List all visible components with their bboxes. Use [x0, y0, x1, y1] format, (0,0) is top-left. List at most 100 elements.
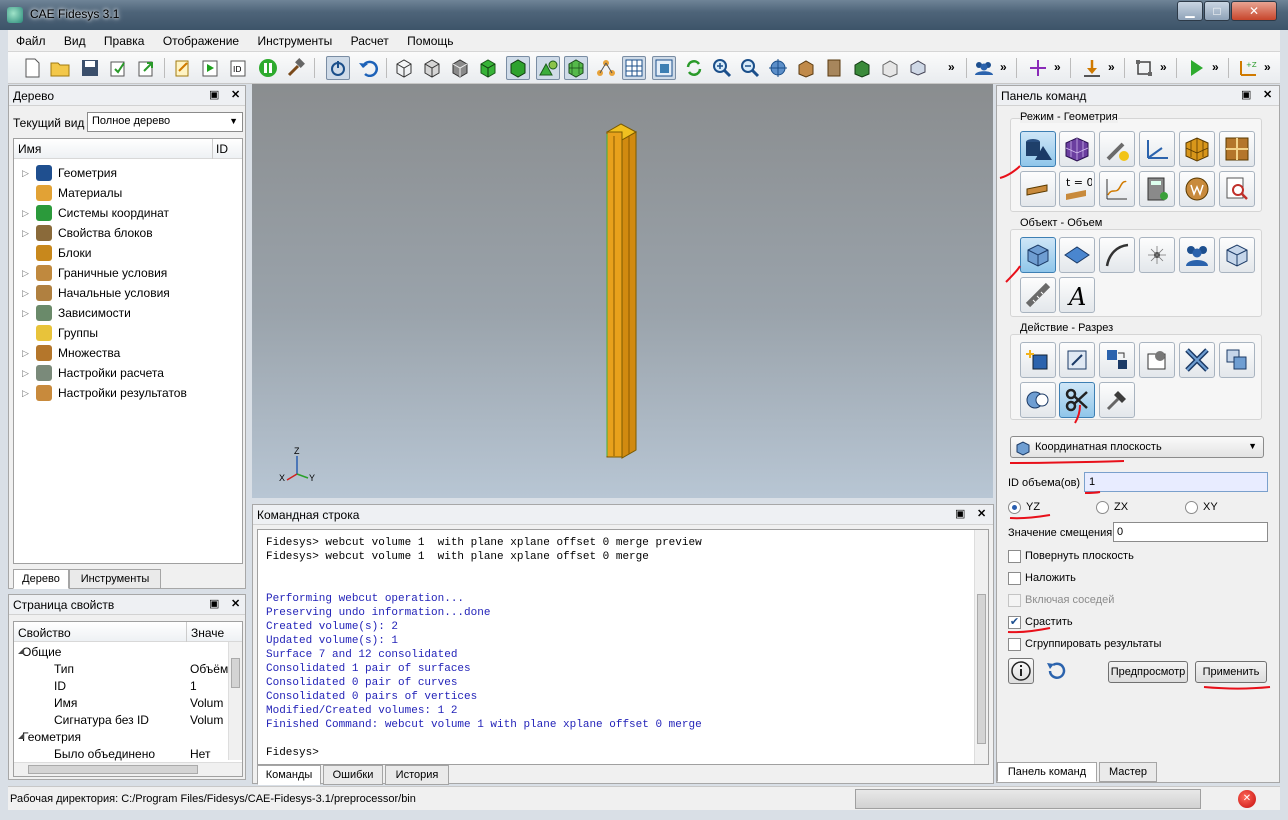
expand-arrow-icon[interactable]: ▷: [22, 168, 36, 179]
run-calculation-icon[interactable]: [1184, 56, 1208, 80]
mode-initial-button[interactable]: t = 0: [1059, 171, 1095, 207]
expand-arrow-icon[interactable]: ▷: [22, 308, 36, 319]
tree-item[interactable]: ▷ Настройки расчета: [22, 363, 164, 383]
tree-item[interactable]: Группы: [22, 323, 98, 343]
object-body-button[interactable]: [1219, 237, 1255, 273]
property-row[interactable]: Имя Volum: [14, 695, 226, 712]
object-vertex-button[interactable]: [1139, 237, 1175, 273]
ruler-view-icon[interactable]: [822, 56, 846, 80]
command-vscrollbar[interactable]: [974, 530, 988, 764]
menu-display[interactable]: Отображение: [155, 30, 246, 48]
axes-z-icon[interactable]: +Z: [1236, 56, 1260, 80]
expand-arrow-icon[interactable]: ▷: [22, 208, 36, 219]
journal-id-icon[interactable]: ID: [226, 56, 250, 80]
hidden-line-cube-icon[interactable]: [420, 56, 444, 80]
node-tree-icon[interactable]: [594, 56, 618, 80]
expand-arrow-icon[interactable]: ▷: [22, 228, 36, 239]
tab-wizard[interactable]: Мастер: [1099, 762, 1157, 782]
mode-calc-settings-button[interactable]: [1139, 171, 1175, 207]
volume-model[interactable]: [605, 123, 638, 459]
toolbar-overflow-icon[interactable]: »: [948, 60, 955, 74]
tab-tree[interactable]: Дерево: [13, 569, 69, 589]
undo-icon[interactable]: [356, 56, 380, 80]
tree-item[interactable]: ▷ Настройки результатов: [22, 383, 187, 403]
object-surface-button[interactable]: [1059, 237, 1095, 273]
box-view-icon[interactable]: [794, 56, 818, 80]
tools-hammer-icon[interactable]: [284, 56, 308, 80]
tab-tools[interactable]: Инструменты: [69, 569, 161, 589]
tree-col-id[interactable]: ID: [212, 139, 228, 159]
expand-arrow-icon[interactable]: ▷: [22, 268, 36, 279]
mode-inspect-button[interactable]: [1219, 171, 1255, 207]
object-group-button[interactable]: [1179, 237, 1215, 273]
volume-id-input[interactable]: [1084, 472, 1268, 492]
refresh-icon[interactable]: [682, 56, 706, 80]
property-group[interactable]: ◢ Геометрия: [14, 729, 226, 746]
import-icon[interactable]: [106, 56, 130, 80]
grid-select-icon[interactable]: [622, 56, 646, 80]
select-box-icon[interactable]: [906, 56, 930, 80]
method-select[interactable]: Координатная плоскость ▼: [1010, 436, 1264, 458]
expand-arrow-icon[interactable]: ▷: [22, 368, 36, 379]
info-button[interactable]: [1008, 658, 1034, 684]
action-delete-button[interactable]: [1179, 342, 1215, 378]
run-script-icon[interactable]: [198, 56, 222, 80]
property-row[interactable]: Тип Объём: [14, 661, 228, 678]
property-row[interactable]: Было объединено Нет: [14, 746, 226, 763]
wireframe-cube-icon[interactable]: [392, 56, 416, 80]
tree-item[interactable]: ▷ Начальные условия: [22, 283, 170, 303]
fit-view-icon[interactable]: [766, 56, 790, 80]
object-volume-button[interactable]: [1020, 237, 1056, 273]
mode-mesh-button[interactable]: [1059, 131, 1095, 167]
shaded-cube-icon[interactable]: [448, 56, 472, 80]
expand-arrow-icon[interactable]: ▷: [22, 388, 36, 399]
bounding-box-icon[interactable]: [1132, 56, 1156, 80]
reset-icon[interactable]: [1044, 660, 1068, 687]
expand-arrow-icon[interactable]: ▷: [22, 348, 36, 359]
toolbar-overflow-icon[interactable]: »: [1264, 60, 1271, 74]
action-transform-button[interactable]: [1099, 342, 1135, 378]
close-panel-icon[interactable]: ✕: [1263, 88, 1272, 101]
scroll-thumb[interactable]: [977, 594, 986, 744]
mode-results-button[interactable]: [1179, 171, 1215, 207]
crosshair-icon[interactable]: [1026, 56, 1050, 80]
prop-col-property[interactable]: Свойство: [18, 626, 71, 640]
property-group[interactable]: ◢ Общие: [14, 644, 226, 661]
green-cube-icon[interactable]: [476, 56, 500, 80]
stop-icon[interactable]: ✕: [1238, 790, 1256, 808]
groups-toolbar-icon[interactable]: [972, 56, 996, 80]
toolbar-overflow-icon[interactable]: »: [1000, 60, 1007, 74]
close-panel-icon[interactable]: ✕: [977, 507, 986, 520]
collapse-arrow-icon[interactable]: ◢: [18, 646, 24, 655]
scroll-thumb[interactable]: [231, 658, 240, 688]
mode-material-button[interactable]: [1099, 131, 1135, 167]
maximize-button[interactable]: □: [1204, 1, 1230, 21]
command-output[interactable]: Fidesys> webcut volume 1 with plane xpla…: [257, 529, 989, 765]
rotate-plane-checkbox[interactable]: [1008, 550, 1021, 563]
tree-item[interactable]: ▷ Граничные условия: [22, 263, 167, 283]
mode-blocks-button[interactable]: [1179, 131, 1215, 167]
solid-green-cube-icon[interactable]: [506, 56, 530, 80]
toolbar-overflow-icon[interactable]: »: [1212, 60, 1219, 74]
tree-item[interactable]: ▷ Множества: [22, 343, 120, 363]
action-properties-button[interactable]: [1139, 342, 1175, 378]
action-modify-button[interactable]: [1059, 342, 1095, 378]
green-box-view-icon[interactable]: [850, 56, 874, 80]
zoom-out-icon[interactable]: [738, 56, 762, 80]
new-file-icon[interactable]: [20, 56, 44, 80]
tab-history[interactable]: История: [385, 765, 449, 785]
close-button[interactable]: ✕: [1231, 1, 1277, 21]
radio-zx[interactable]: [1096, 501, 1109, 514]
imprint-checkbox[interactable]: [1008, 572, 1021, 585]
action-copy-button[interactable]: [1219, 342, 1255, 378]
tree-item[interactable]: ▷ Зависимости: [22, 303, 131, 323]
prop-col-value[interactable]: Значе: [186, 622, 224, 642]
mode-sets-button[interactable]: [1219, 131, 1255, 167]
mode-geometry-button[interactable]: [1020, 131, 1056, 167]
toolbar-overflow-icon[interactable]: »: [1108, 60, 1115, 74]
object-curve-button[interactable]: [1099, 237, 1135, 273]
toolbar-overflow-icon[interactable]: »: [1054, 60, 1061, 74]
save-icon[interactable]: [78, 56, 102, 80]
model-view[interactable]: [252, 84, 993, 498]
close-panel-icon[interactable]: ✕: [231, 597, 240, 610]
